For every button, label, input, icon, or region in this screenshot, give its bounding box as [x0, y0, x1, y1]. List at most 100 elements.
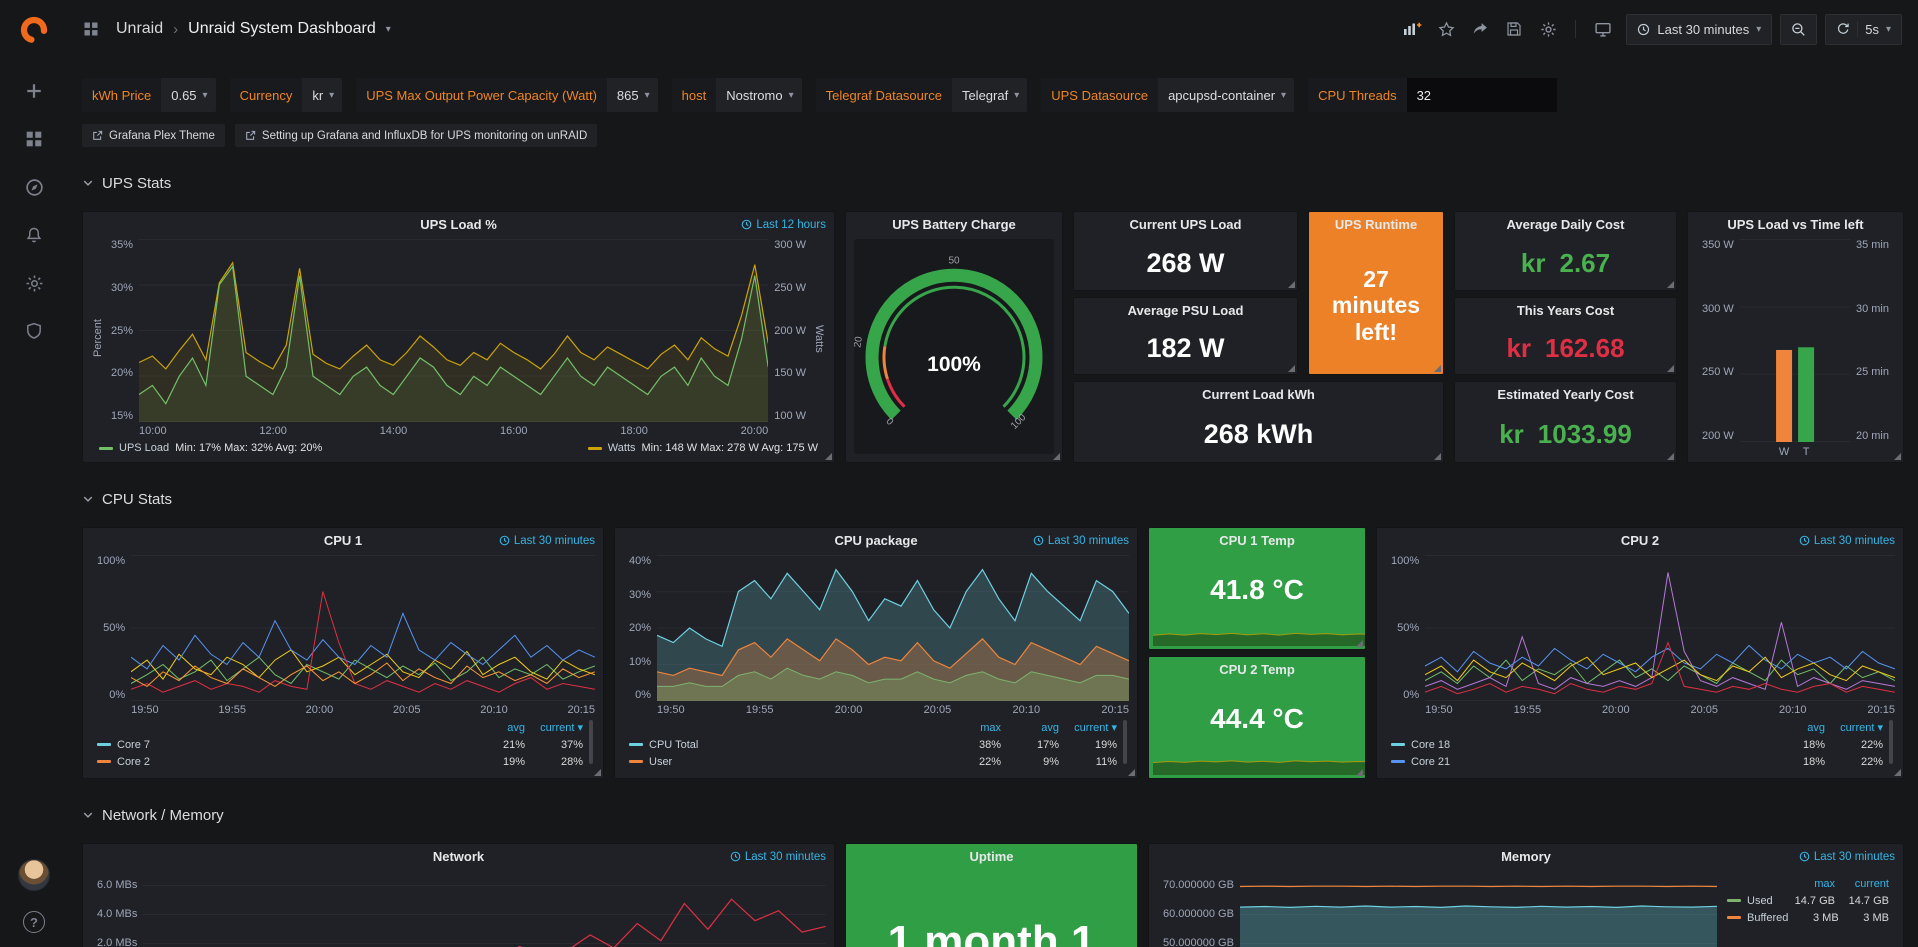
load-vs-time-chart[interactable]: WT	[1740, 239, 1850, 458]
panel-title[interactable]: Estimated Yearly Cost	[1497, 387, 1633, 402]
cpu-package-chart[interactable]	[657, 555, 1129, 701]
panel-title[interactable]: CPU package	[834, 533, 917, 548]
panel-title[interactable]: Uptime	[969, 849, 1013, 864]
legend-item[interactable]: UPS Load Min: 17% Max: 32% Avg: 20%	[99, 442, 322, 454]
template-variable[interactable]: kWh Price 0.65 ▾	[82, 78, 216, 112]
legend-series[interactable]: CPU Total	[629, 739, 943, 751]
apps-grid-icon[interactable]	[76, 14, 106, 44]
section-network-memory[interactable]: Network / Memory	[82, 803, 1904, 827]
template-variable[interactable]: host Nostromo ▾	[672, 78, 802, 112]
resize-handle[interactable]	[594, 769, 601, 776]
template-variable[interactable]: UPS Datasource apcupsd-container ▾	[1041, 78, 1294, 112]
legend-series[interactable]: User	[629, 756, 943, 768]
template-variable[interactable]: UPS Max Output Power Capacity (Watt) 865…	[356, 78, 657, 112]
panel-title[interactable]: Average Daily Cost	[1506, 217, 1624, 232]
legend-series[interactable]: Core 21	[1391, 756, 1767, 768]
legend-col-max[interactable]: max	[1781, 878, 1835, 890]
panel-title[interactable]: UPS Load vs Time left	[1727, 217, 1863, 232]
legend-series[interactable]: Core 2	[97, 756, 467, 768]
star-icon[interactable]	[1431, 14, 1461, 44]
resize-handle[interactable]	[825, 453, 832, 460]
configuration-gear-icon[interactable]	[23, 272, 45, 294]
time-range-picker[interactable]: Last 30 minutes ▾	[1626, 14, 1772, 45]
variable-value[interactable]: kr	[302, 88, 329, 103]
save-icon[interactable]	[1499, 14, 1529, 44]
legend-series[interactable]: Core 7	[97, 739, 467, 751]
resize-handle[interactable]	[1667, 281, 1674, 288]
legend-col-avg[interactable]: avg	[467, 722, 525, 734]
breadcrumb-app[interactable]: Unraid	[116, 20, 163, 38]
panel-title[interactable]: UPS Load %	[420, 217, 497, 232]
resize-handle[interactable]	[1434, 365, 1441, 372]
add-panel-icon[interactable]	[1397, 14, 1427, 44]
resize-handle[interactable]	[1667, 365, 1674, 372]
settings-gear-icon[interactable]	[1533, 14, 1563, 44]
legend-series[interactable]: Core 18	[1391, 739, 1767, 751]
section-ups-stats[interactable]: UPS Stats	[82, 171, 1904, 195]
cpu-threads-input[interactable]	[1407, 78, 1557, 112]
template-variable[interactable]: Currency kr ▾	[230, 78, 343, 112]
legend-col-current[interactable]: current ▾	[1059, 721, 1117, 734]
user-avatar[interactable]	[18, 859, 50, 891]
panel-title[interactable]: Memory	[1501, 849, 1551, 864]
variable-value[interactable]: 865	[607, 88, 645, 103]
cpu1-chart[interactable]	[131, 555, 595, 701]
server-admin-shield-icon[interactable]	[23, 320, 45, 342]
explore-compass-icon[interactable]	[23, 176, 45, 198]
panel-title[interactable]: CPU 2 Temp	[1219, 662, 1295, 677]
network-chart[interactable]	[143, 871, 826, 947]
panel-title[interactable]: Current Load kWh	[1202, 387, 1315, 402]
title-caret-icon[interactable]: ▾	[386, 24, 391, 35]
resize-handle[interactable]	[1356, 769, 1363, 776]
legend-col-avg[interactable]: avg	[1001, 722, 1059, 734]
dashboard-link[interactable]: Setting up Grafana and InfluxDB for UPS …	[235, 124, 597, 147]
resize-handle[interactable]	[1434, 453, 1441, 460]
variable-value[interactable]: 0.65	[161, 88, 202, 103]
variable-value[interactable]: Nostromo	[716, 88, 788, 103]
ups-load-chart[interactable]	[139, 239, 768, 422]
legend-col-current[interactable]: current ▾	[1825, 721, 1883, 734]
alerting-bell-icon[interactable]	[23, 224, 45, 246]
legend-col-avg[interactable]: avg	[1767, 722, 1825, 734]
grafana-logo[interactable]	[14, 10, 54, 50]
panel-title[interactable]: UPS Runtime	[1335, 217, 1417, 232]
variable-value[interactable]: Telegraf	[952, 88, 1014, 103]
legend-series[interactable]: Buffered	[1727, 912, 1788, 924]
resize-handle[interactable]	[1894, 769, 1901, 776]
create-icon[interactable]	[23, 80, 45, 102]
legend-col-current[interactable]: current ▾	[525, 721, 583, 734]
panel-title[interactable]: CPU 1	[324, 533, 362, 548]
resize-handle[interactable]	[1288, 365, 1295, 372]
cpu2-chart[interactable]	[1425, 555, 1895, 701]
panel-title[interactable]: Average PSU Load	[1128, 303, 1244, 318]
dashboards-icon[interactable]	[23, 128, 45, 150]
resize-handle[interactable]	[1288, 281, 1295, 288]
resize-handle[interactable]	[1356, 640, 1363, 647]
panel-title[interactable]: CPU 2	[1621, 533, 1659, 548]
legend-item[interactable]: Watts Min: 148 W Max: 278 W Avg: 175 W	[588, 442, 818, 454]
resize-handle[interactable]	[1894, 453, 1901, 460]
cycle-view-monitor-icon[interactable]	[1588, 14, 1618, 44]
dashboard-title[interactable]: Unraid System Dashboard	[188, 20, 376, 38]
legend-scrollbar[interactable]	[1889, 720, 1893, 764]
panel-title[interactable]: UPS Battery Charge	[892, 217, 1016, 232]
dashboard-link[interactable]: Grafana Plex Theme	[82, 124, 225, 147]
resize-handle[interactable]	[1128, 769, 1135, 776]
resize-handle[interactable]	[1053, 453, 1060, 460]
panel-title[interactable]: CPU 1 Temp	[1219, 533, 1295, 548]
section-cpu-stats[interactable]: CPU Stats	[82, 487, 1904, 511]
help-icon[interactable]: ?	[23, 911, 45, 933]
legend-col-current[interactable]: current	[1835, 878, 1889, 890]
panel-title[interactable]: This Years Cost	[1517, 303, 1614, 318]
zoom-out-button[interactable]	[1780, 14, 1817, 45]
memory-chart[interactable]	[1240, 871, 1717, 947]
variable-value[interactable]: apcupsd-container	[1158, 88, 1281, 103]
battery-gauge[interactable]: 02050100 100%	[854, 239, 1054, 454]
legend-col-max[interactable]: max	[943, 722, 1001, 734]
share-icon[interactable]	[1465, 14, 1495, 44]
panel-title[interactable]: Network	[433, 849, 484, 864]
legend-scrollbar[interactable]	[589, 720, 593, 764]
panel-title[interactable]: Current UPS Load	[1130, 217, 1242, 232]
template-variable[interactable]: Telegraf Datasource Telegraf ▾	[816, 78, 1028, 112]
legend-series[interactable]: Used	[1727, 895, 1781, 907]
